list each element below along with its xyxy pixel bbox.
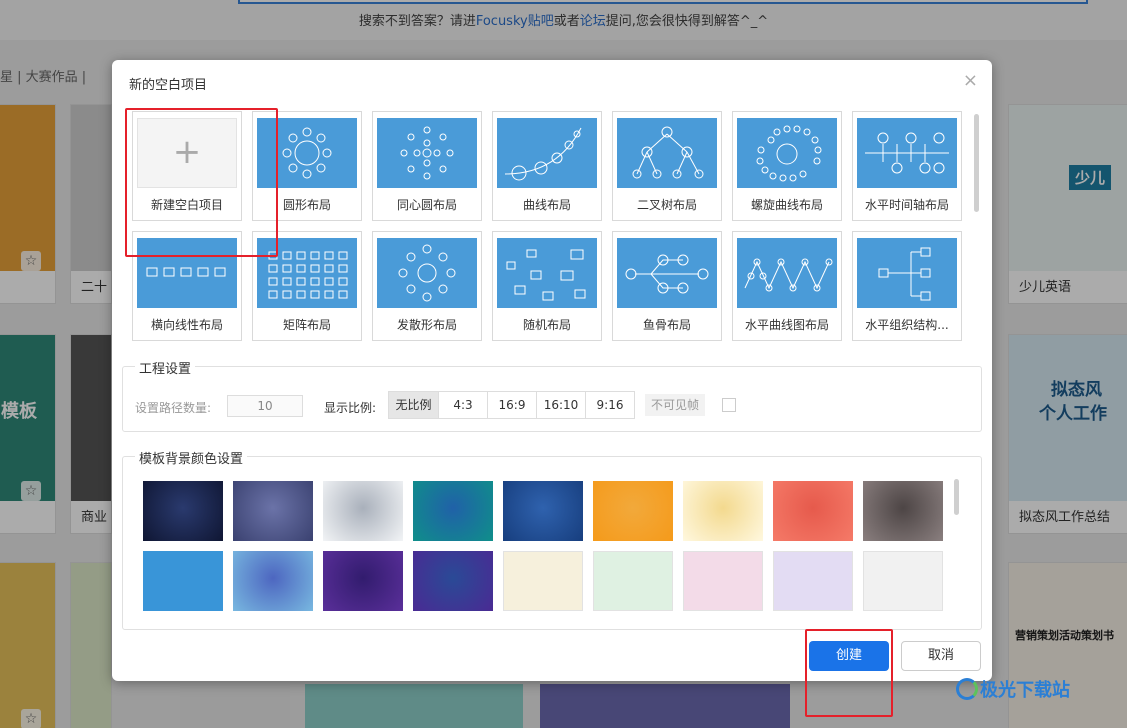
matrix-layout-diagram	[268, 251, 348, 299]
ratio-option-9-16[interactable]: 9:16	[585, 392, 634, 418]
layout-tile-fishbone[interactable]: 鱼骨布局	[612, 231, 722, 341]
invisible-frame-label: 不可见帧	[645, 394, 706, 416]
invisible-frame-checkbox[interactable]	[722, 398, 736, 412]
layout-preview	[617, 238, 717, 308]
layout-tile-h-wave[interactable]: 水平曲线图布局	[732, 231, 842, 341]
layout-tile-matrix[interactable]: 矩阵布局	[252, 231, 362, 341]
project-settings-legend: 工程设置	[135, 358, 196, 377]
layout-tile-binary-tree[interactable]: 二叉树布局	[612, 111, 722, 221]
color-swatch[interactable]	[773, 481, 853, 541]
concentric-layout-diagram	[400, 126, 454, 180]
layout-tile-radial[interactable]: 发散形布局	[372, 231, 482, 341]
layout-label: 鱼骨布局	[642, 318, 691, 332]
color-swatch[interactable]	[593, 551, 673, 611]
color-swatch[interactable]	[683, 481, 763, 541]
ratio-option-16-9[interactable]: 16:9	[487, 392, 536, 418]
layout-label: 发散形布局	[396, 318, 457, 332]
color-swatch[interactable]	[143, 551, 223, 611]
layout-label: 水平组织结构...	[865, 318, 949, 332]
watermark-logo-icon	[956, 678, 978, 700]
layout-preview	[377, 238, 477, 308]
wave-layout-diagram	[744, 258, 833, 292]
close-icon[interactable]: ×	[963, 70, 978, 91]
color-swatch[interactable]	[503, 551, 583, 611]
layout-preview	[617, 118, 717, 188]
layout-tile-circle[interactable]: 圆形布局	[252, 111, 362, 221]
layout-tile-random[interactable]: 随机布局	[492, 231, 602, 341]
color-swatch[interactable]	[413, 551, 493, 611]
layout-preview: +	[137, 118, 237, 188]
ratio-label: 显示比例:	[324, 401, 377, 415]
layout-preview	[857, 118, 957, 188]
layout-preview	[737, 238, 837, 308]
layout-preview	[257, 118, 357, 188]
path-count-label: 设置路径数量:	[135, 401, 212, 415]
layout-label: 水平曲线图布局	[744, 318, 829, 332]
linear-layout-diagram	[146, 267, 226, 277]
ratio-option-16-10[interactable]: 16:10	[536, 392, 585, 418]
layout-label: 横向线性布局	[150, 318, 223, 332]
color-swatch[interactable]	[503, 481, 583, 541]
color-swatch[interactable]	[413, 481, 493, 541]
path-count-input[interactable]	[227, 395, 303, 417]
bg-color-legend: 模板背景颜色设置	[135, 448, 248, 467]
create-button[interactable]: 创建	[809, 641, 889, 671]
layout-tile-spiral[interactable]: 螺旋曲线布局	[732, 111, 842, 221]
layout-tile-curve[interactable]: 曲线布局	[492, 111, 602, 221]
cancel-button[interactable]: 取消	[901, 641, 981, 671]
project-settings-section: 工程设置 设置路径数量: 显示比例: 无比例 4:3 16:9 16:10 9:…	[122, 358, 982, 432]
plus-icon: +	[172, 132, 202, 172]
layout-label: 曲线布局	[522, 198, 571, 212]
layout-tile-h-timeline[interactable]: 水平时间轴布局	[852, 111, 962, 221]
curve-layout-diagram	[504, 127, 582, 181]
radial-layout-diagram	[398, 244, 456, 302]
binary-tree-layout-diagram	[632, 126, 704, 179]
watermark-text: 极光下载站	[980, 680, 1070, 701]
circle-layout-diagram	[282, 127, 332, 179]
color-swatch[interactable]	[863, 481, 943, 541]
layout-preview	[137, 238, 237, 308]
color-swatch[interactable]	[773, 551, 853, 611]
layout-preview	[257, 238, 357, 308]
dialog-title: 新的空白项目	[129, 78, 208, 93]
color-swatch[interactable]	[863, 551, 943, 611]
layout-tile-h-linear[interactable]: 横向线性布局	[132, 231, 242, 341]
layout-label: 水平时间轴布局	[864, 198, 949, 212]
layout-tile-concentric[interactable]: 同心圆布局	[372, 111, 482, 221]
spiral-layout-diagram	[756, 125, 822, 182]
layout-label: 矩阵布局	[282, 318, 331, 332]
color-swatch[interactable]	[683, 551, 763, 611]
layout-label: 随机布局	[522, 318, 571, 332]
layout-preview	[857, 238, 957, 308]
layout-label: 二叉树布局	[636, 198, 697, 212]
timeline-layout-diagram	[865, 132, 949, 174]
layout-preview	[497, 238, 597, 308]
bg-color-section: 模板背景颜色设置	[122, 448, 982, 630]
random-layout-diagram	[506, 249, 586, 301]
layout-preview	[377, 118, 477, 188]
ratio-option-4-3[interactable]: 4:3	[438, 392, 487, 418]
color-swatch[interactable]	[233, 481, 313, 541]
swatch-scrollbar[interactable]	[954, 479, 959, 515]
layout-label: 新建空白项目	[150, 198, 223, 212]
new-blank-project-dialog: 新的空白项目 × + 新建空白项目 圆形布局 同心圆布局 曲线布局 二叉树布局 …	[112, 60, 992, 717]
ratio-selector: 无比例 4:3 16:9 16:10 9:16	[388, 391, 635, 419]
org-layout-diagram	[878, 247, 931, 301]
layout-label: 螺旋曲线布局	[750, 198, 823, 212]
color-swatch[interactable]	[323, 481, 403, 541]
fishbone-layout-diagram	[625, 254, 709, 294]
color-swatch[interactable]	[233, 551, 313, 611]
color-swatch[interactable]	[323, 551, 403, 611]
color-swatch[interactable]	[593, 481, 673, 541]
layout-preview	[737, 118, 837, 188]
layout-label: 同心圆布局	[396, 198, 457, 212]
color-swatch[interactable]	[143, 481, 223, 541]
layout-label: 圆形布局	[282, 198, 331, 212]
layout-tile-h-org[interactable]: 水平组织结构...	[852, 231, 962, 341]
layout-tile-blank[interactable]: + 新建空白项目	[132, 111, 242, 221]
layout-preview	[497, 118, 597, 188]
ratio-option-none[interactable]: 无比例	[389, 392, 438, 418]
layouts-scrollbar[interactable]	[974, 114, 979, 212]
